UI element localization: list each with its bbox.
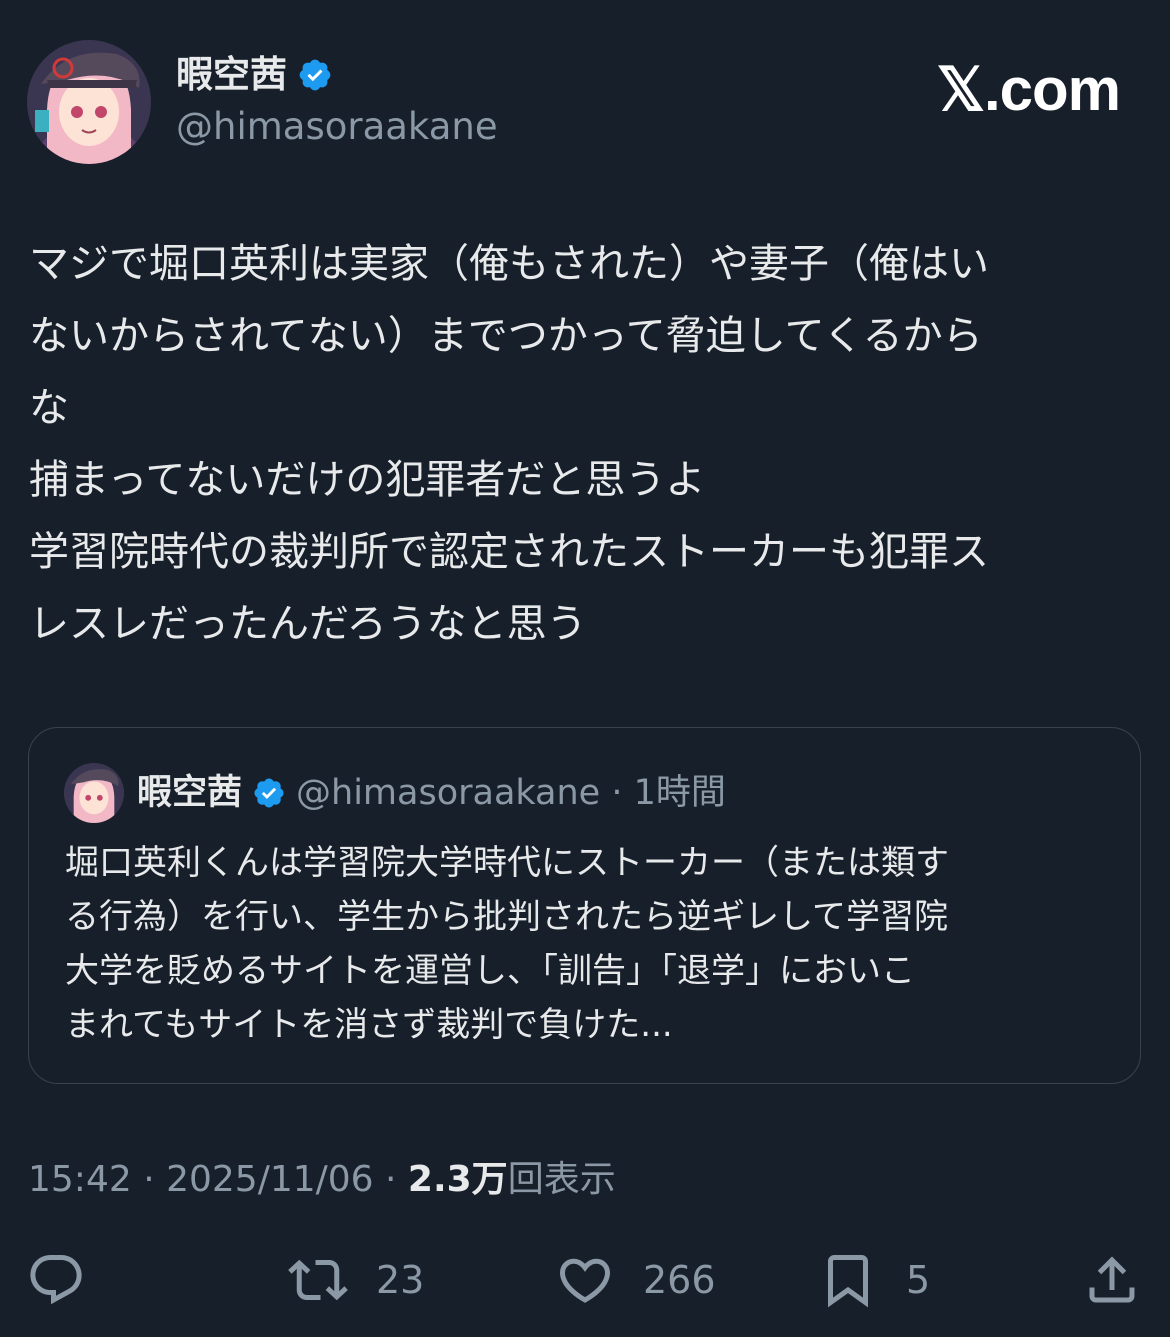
- quoted-text-line: る行為）を行い、学生から批判されたら逆ギレして学習院: [65, 897, 948, 937]
- avatar[interactable]: [27, 40, 151, 164]
- like-count: 266: [643, 1258, 716, 1302]
- action-bar: 23 266 5: [0, 1240, 1170, 1320]
- author-display-name[interactable]: 暇空茜: [176, 51, 287, 99]
- quoted-header: 暇空茜 @himasoraakane · 1時間: [137, 768, 726, 818]
- quoted-text-line: まれてもサイトを消さず裁判で負けた...: [65, 1005, 673, 1045]
- post-text-line: ないからされてない）までつかって脅迫してくるから: [29, 313, 983, 359]
- retweet-icon: [288, 1259, 348, 1301]
- quoted-post-card[interactable]: 暇空茜 @himasoraakane · 1時間 堀口英利くんは学習院大学時代に…: [28, 727, 1141, 1084]
- quoted-handle-time[interactable]: @himasoraakane · 1時間: [296, 768, 726, 818]
- verified-badge-icon: [299, 59, 331, 91]
- quoted-avatar[interactable]: [64, 763, 124, 823]
- post-text-line: 学習院時代の裁判所で認定されたストーカーも犯罪ス: [29, 529, 989, 575]
- reply-icon: [30, 1255, 82, 1305]
- views-label: 回表示: [507, 1159, 616, 1200]
- post-text-line: レスレだったんだろうなと思う: [29, 601, 587, 647]
- verified-badge-icon: [254, 778, 284, 808]
- avatar-image: [27, 40, 151, 164]
- post-text-line: 捕まってないだけの犯罪者だと思うよ: [29, 457, 706, 503]
- retweet-button[interactable]: 23: [288, 1240, 424, 1320]
- bookmark-button[interactable]: 5: [818, 1240, 930, 1320]
- quoted-text: 堀口英利くんは学習院大学時代にストーカー（または類す る行為）を行い、学生から批…: [65, 836, 1125, 1052]
- brand-watermark: 𝕏.com: [936, 56, 1121, 123]
- retweet-count: 23: [376, 1258, 425, 1302]
- quoted-display-name[interactable]: 暇空茜: [137, 768, 242, 818]
- post-detail-view: 暇空茜 @himasoraakane 𝕏.com マジで堀口英利は実家（俺もされ…: [0, 0, 1170, 1337]
- author-handle[interactable]: @himasoraakane: [176, 103, 498, 151]
- author-name-row[interactable]: 暇空茜: [176, 51, 333, 99]
- quoted-avatar-image: [64, 763, 124, 823]
- post-text: マジで堀口英利は実家（俺もされた）や妻子（俺はい ないからされてない）までつかっ…: [29, 228, 1129, 660]
- post-timestamp[interactable]: 15:42 · 2025/11/06 ·: [28, 1159, 408, 1200]
- like-button[interactable]: 266: [555, 1240, 716, 1320]
- share-icon: [1089, 1256, 1135, 1303]
- post-text-line: マジで堀口英利は実家（俺もされた）や妻子（俺はい: [29, 241, 989, 287]
- views-count: 2.3万: [407, 1159, 508, 1200]
- post-meta-line: 15:42 · 2025/11/06 · 2.3万回表示: [28, 1155, 616, 1205]
- reply-button[interactable]: [26, 1240, 86, 1320]
- post-text-line: な: [29, 385, 69, 431]
- quoted-text-line: 堀口英利くんは学習院大学時代にストーカー（または類す: [65, 843, 949, 883]
- share-button[interactable]: [1082, 1240, 1142, 1320]
- bookmark-icon: [828, 1255, 868, 1308]
- bookmark-count: 5: [906, 1258, 931, 1302]
- heart-icon: [559, 1258, 611, 1303]
- quoted-text-line: 大学を貶めるサイトを運営し、「訓告」「退学」においこ: [65, 951, 915, 991]
